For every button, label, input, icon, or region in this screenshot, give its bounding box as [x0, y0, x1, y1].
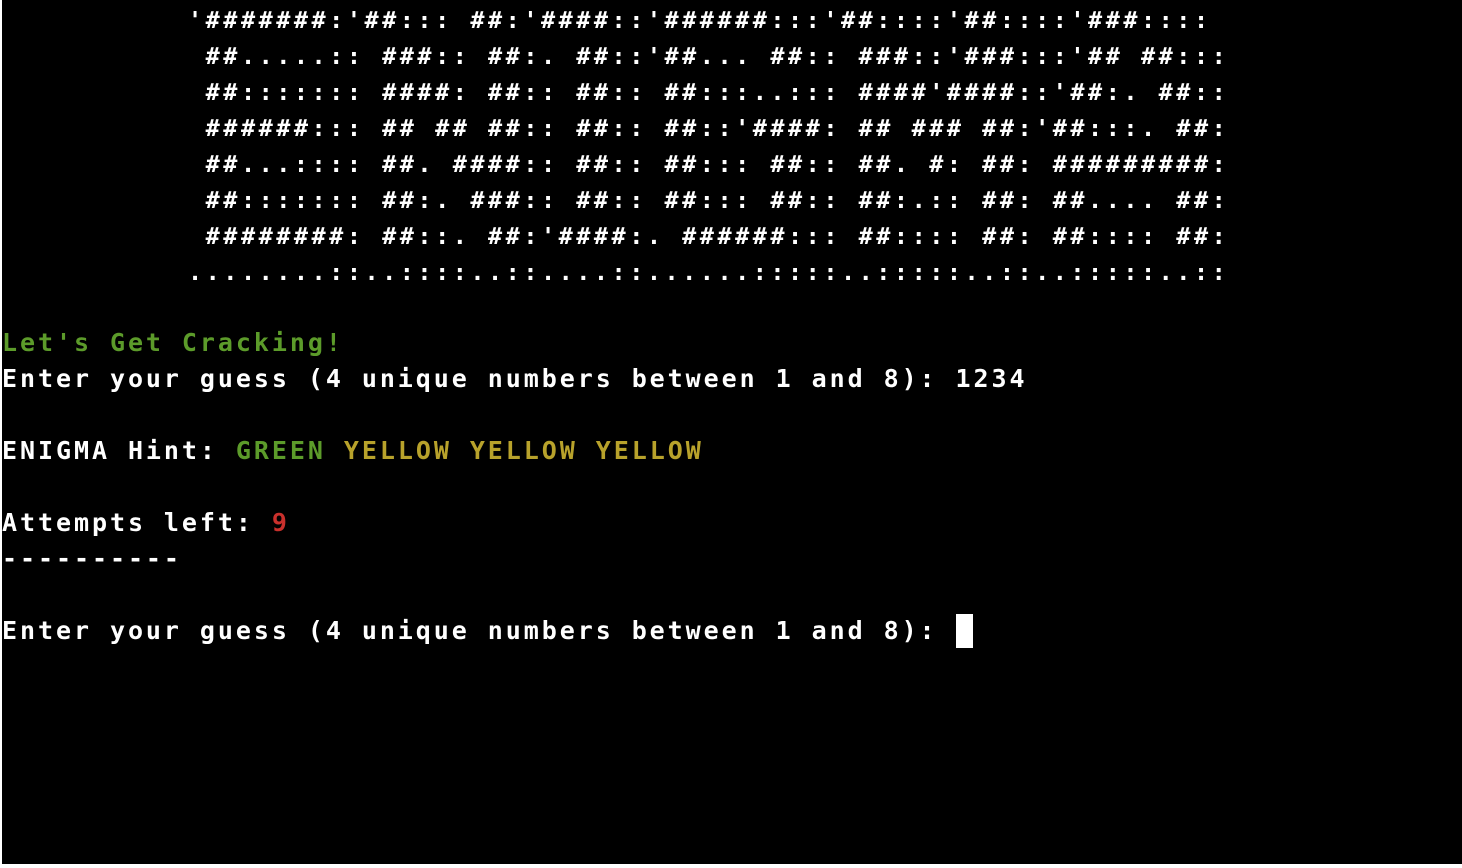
- guess-input-line[interactable]: Enter your guess (4 unique numbers betwe…: [2, 613, 973, 649]
- hint-word-green: GREEN: [235, 436, 326, 465]
- banner-line: ##...:::: ##. ####:: ##:: ##::: ##:: ##.…: [188, 150, 1230, 178]
- guess-prompt-line: Enter your guess (4 unique numbers betwe…: [2, 361, 1028, 397]
- hint-word-yellow: YELLOW: [343, 436, 452, 465]
- guess-prompt-label: Enter your guess (4 unique numbers betwe…: [2, 364, 956, 393]
- banner-line: ........::..::::..::....::......:::::..:…: [188, 258, 1230, 286]
- banner-line: ##::::::: ##:. ###:: ##:: ##::: ##:: ##:…: [188, 186, 1230, 214]
- attempts-count: 9: [271, 508, 290, 537]
- banner-line: ########: ##::. ##:'####:. ######::: ##:…: [188, 222, 1230, 250]
- banner-line: ##.....:: ###:: ##:. ##::'##... ##:: ###…: [188, 42, 1230, 70]
- hint-word-yellow: YELLOW: [469, 436, 578, 465]
- attempts-line: Attempts left: 9: [2, 505, 290, 541]
- hint-word-yellow: YELLOW: [595, 436, 704, 465]
- attempts-label: Attempts left:: [2, 508, 272, 537]
- banner-line: '#######:'##::: ##:'####::'######:::'##:…: [188, 6, 1212, 34]
- banner-line: ##::::::: ####: ##:: ##:: ##:::..::: ###…: [188, 78, 1230, 106]
- text-cursor[interactable]: [955, 614, 973, 648]
- guess-input-prompt: Enter your guess (4 unique numbers betwe…: [2, 616, 956, 645]
- hint-label: ENIGMA Hint:: [2, 436, 236, 465]
- divider: ----------: [2, 544, 182, 573]
- guess-entered-value: 1234: [955, 364, 1028, 393]
- hint-line: ENIGMA Hint: GREEN YELLOW YELLOW YELLOW: [2, 433, 704, 469]
- intro-message: Let's Get Cracking!: [2, 328, 344, 357]
- banner-line: ######::: ## ## ##:: ##:: ##::'####: ## …: [188, 114, 1230, 142]
- terminal-window[interactable]: '#######:'##::: ##:'####::'######:::'##:…: [2, 0, 1462, 864]
